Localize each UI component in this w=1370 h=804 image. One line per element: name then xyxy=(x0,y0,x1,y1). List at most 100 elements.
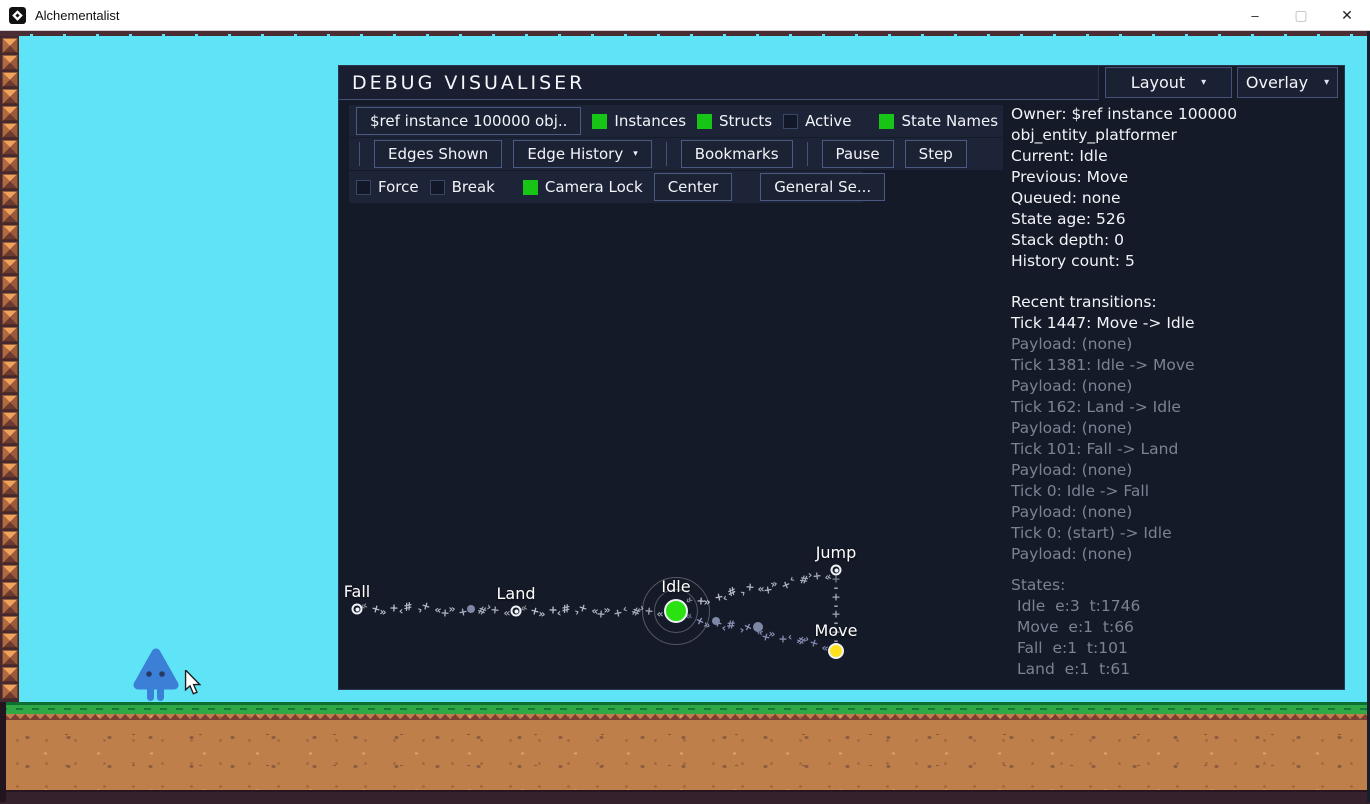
maximize-button[interactable]: ▢ xyxy=(1278,0,1324,30)
border-tile xyxy=(1,650,18,665)
checkbox-active[interactable]: Active xyxy=(783,112,851,130)
edge-particle xyxy=(712,617,720,625)
checkbox-label: Structs xyxy=(719,112,773,130)
checkbox-label: Break xyxy=(451,178,495,196)
step-button[interactable]: Step xyxy=(904,140,967,168)
border-tile xyxy=(1,429,18,444)
checkbox-label: Instances xyxy=(614,112,687,130)
info-line: Tick 162: Land -> Idle xyxy=(1011,398,1181,416)
checkbox-state-names[interactable]: State Names xyxy=(879,112,998,130)
info-line: Payload: (none) xyxy=(1011,545,1133,563)
checkbox-label: Camera Lock xyxy=(544,178,643,196)
info-line: Fall e:1 t:101 xyxy=(1017,639,1128,657)
button-label: Bookmarks xyxy=(694,145,779,163)
ref-instance-button[interactable]: $ref instance 100000 obj.. xyxy=(356,107,582,135)
border-tile xyxy=(1,276,18,291)
dirt-zigzag xyxy=(0,714,1370,720)
info-line: Recent transitions: xyxy=(1011,293,1157,311)
window-controls: – ▢ ✕ xyxy=(1232,0,1370,30)
edge-glyph: + xyxy=(811,568,822,583)
close-button[interactable]: ✕ xyxy=(1324,0,1370,30)
button-label: Pause xyxy=(835,145,880,163)
checkbox-force[interactable]: Force xyxy=(356,178,419,196)
state-node-land[interactable] xyxy=(510,605,522,617)
state-node-label: Idle xyxy=(661,577,691,596)
info-line: obj_entity_platformer xyxy=(1011,126,1177,144)
checkbox-break[interactable]: Break xyxy=(429,178,495,196)
info-line: Previous: Move xyxy=(1011,168,1129,186)
border-tile xyxy=(1,446,18,461)
edge-glyph: » xyxy=(603,603,612,617)
mouse-cursor xyxy=(184,670,202,695)
border-tile xyxy=(1,565,18,580)
edge-history-dropdown[interactable]: Edge History ▾ xyxy=(513,140,652,168)
button-label: Center xyxy=(667,178,719,196)
debug-panel-title: DEBUG VISUALISER xyxy=(352,71,586,94)
edge-glyph: » xyxy=(767,627,777,642)
app-icon xyxy=(9,6,26,24)
info-line: Tick 1381: Idle -> Move xyxy=(1011,356,1195,374)
edge-particle xyxy=(753,622,763,632)
border-tile xyxy=(1,548,18,563)
edges-shown-button[interactable]: Edges Shown xyxy=(374,140,503,168)
info-line: Payload: (none) xyxy=(1011,461,1133,479)
checkbox-box-icon xyxy=(356,179,371,195)
overlay-dropdown[interactable]: Overlay ▾ xyxy=(1237,67,1338,98)
state-node-fall[interactable] xyxy=(351,603,363,615)
edge-glyph: » xyxy=(378,605,387,620)
info-line: Tick 0: Idle -> Fall xyxy=(1011,482,1150,500)
minimize-button[interactable]: – xyxy=(1232,0,1278,30)
border-tile xyxy=(1,123,18,138)
info-line: History count: 5 xyxy=(1011,252,1135,270)
border-tile xyxy=(1,599,18,614)
checkbox-label: State Names xyxy=(901,112,999,130)
border-tile xyxy=(1,106,18,121)
edge-glyph: « xyxy=(656,607,664,621)
overlay-dropdown-label: Overlay xyxy=(1245,73,1309,92)
info-line: Tick 1447: Move -> Idle xyxy=(1011,314,1195,332)
button-label: $ref instance 100000 obj.. xyxy=(370,112,568,130)
border-tile xyxy=(1,38,18,53)
state-node-label: Move xyxy=(814,621,858,640)
layout-dropdown[interactable]: Layout ▾ xyxy=(1105,67,1232,98)
checkbox-instances[interactable]: Instances xyxy=(592,112,686,130)
border-tile xyxy=(1,55,18,70)
edge-particle xyxy=(467,605,475,613)
info-line: Tick 0: (start) -> Idle xyxy=(1011,524,1172,542)
toolbar-divider xyxy=(806,142,808,166)
state-node-move[interactable] xyxy=(828,643,844,659)
border-tile xyxy=(1,72,18,87)
border-tile xyxy=(1,293,18,308)
state-node-jump[interactable] xyxy=(830,564,842,576)
state-machine-graph: «+»+‹#›+«+»+‹#›+««+»+‹#›+«+»+‹#›+««+»+‹#… xyxy=(339,236,1009,691)
info-line: Payload: (none) xyxy=(1011,503,1133,521)
checkbox-box-icon xyxy=(783,113,799,129)
general-settings-button[interactable]: General Se... xyxy=(760,173,886,201)
info-line: Queued: none xyxy=(1011,189,1121,207)
info-line: Payload: (none) xyxy=(1011,335,1133,353)
state-node-label: Jump xyxy=(815,542,857,562)
state-node-idle[interactable] xyxy=(664,599,688,623)
checkbox-structs[interactable]: Structs xyxy=(697,112,772,130)
edge-glyph: # xyxy=(559,601,572,617)
center-button[interactable]: Center xyxy=(653,173,733,201)
checkbox-box-icon xyxy=(879,113,895,129)
border-tile xyxy=(1,463,18,478)
bookmarks-button[interactable]: Bookmarks xyxy=(680,140,793,168)
game-viewport[interactable]: DEBUG VISUALISER Layout ▾ Overlay ▾ $ref… xyxy=(0,30,1370,804)
toolbar-divider xyxy=(359,142,360,166)
border-tile xyxy=(1,242,18,257)
border-tile xyxy=(1,378,18,393)
info-line: Owner: $ref instance 100000 xyxy=(1011,105,1238,123)
edge-glyph: » xyxy=(447,601,456,616)
info-line: Current: Idle xyxy=(1011,147,1108,165)
window-titlebar: Alchementalist – ▢ ✕ xyxy=(0,0,1370,31)
border-tile xyxy=(1,667,18,682)
checkbox-camera-lock[interactable]: Camera Lock xyxy=(522,178,643,196)
border-tile xyxy=(1,395,18,410)
info-line: Payload: (none) xyxy=(1011,377,1133,395)
info-line: Payload: (none) xyxy=(1011,419,1133,437)
pause-button[interactable]: Pause xyxy=(821,140,894,168)
chevron-down-icon: ▾ xyxy=(1324,77,1330,88)
border-tile xyxy=(1,633,18,648)
